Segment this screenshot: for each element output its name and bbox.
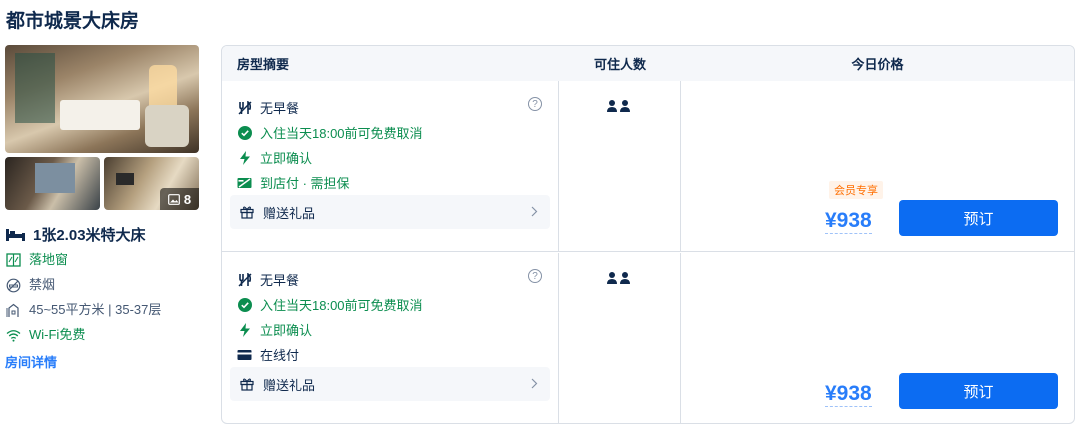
gift-icon <box>238 204 255 221</box>
room-summary-cell: 无早餐 入住当天18:00前可免费取消 立即确认 在线付 ? 赠送礼品 <box>222 253 559 423</box>
policy-payment: 在线付 <box>237 342 558 367</box>
gift-label: 赠送礼品 <box>263 377 316 393</box>
policy-breakfast: 无早餐 <box>237 95 558 120</box>
policy-label: 在线付 <box>260 348 300 363</box>
gift-row[interactable]: 赠送礼品 <box>230 195 550 229</box>
feature-window: 落地窗 <box>5 250 199 270</box>
photo-count: 8 <box>183 191 192 207</box>
chevron-right-icon <box>531 205 538 220</box>
check-circle-icon <box>237 297 252 312</box>
occupancy-cell <box>559 253 681 423</box>
feature-area: 45~55平方米 | 35-37层 <box>5 300 199 320</box>
window-icon <box>5 252 22 269</box>
gift-label: 赠送礼品 <box>263 205 316 221</box>
feature-no-smoking: 禁烟 <box>5 275 199 295</box>
policy-cancellation: 入住当天18:00前可免费取消 <box>237 292 558 317</box>
policy-confirmation: 立即确认 <box>237 145 558 170</box>
gift-icon <box>238 376 255 393</box>
lightning-icon <box>237 322 252 337</box>
policy-confirmation: 立即确认 <box>237 317 558 342</box>
check-circle-icon <box>237 125 252 140</box>
table-row: 无早餐 入住当天18:00前可免费取消 立即确认 到店付 · 需担保 ? 赠送礼… <box>222 81 1074 252</box>
header-price: 今日价格 <box>851 57 904 72</box>
no-meal-icon <box>237 272 252 287</box>
two-persons-icon <box>607 100 630 112</box>
credit-card-icon <box>237 347 252 362</box>
policy-label: 入住当天18:00前可免费取消 <box>260 298 423 313</box>
no-meal-icon <box>237 100 252 115</box>
price-label[interactable]: ¥938 <box>825 209 872 234</box>
room-thumbnail[interactable]: 8 <box>104 157 199 210</box>
help-icon[interactable]: ? <box>528 269 542 283</box>
price-cell: 会员专享 ¥938 预订 <box>681 81 1074 251</box>
room-thumbnail[interactable] <box>5 157 100 210</box>
feature-label: 禁烟 <box>29 277 56 292</box>
feature-label: 45~55平方米 | 35-37层 <box>29 302 162 317</box>
book-button[interactable]: 预订 <box>899 373 1058 409</box>
two-persons-icon <box>607 272 630 284</box>
room-thumbnails: 8 <box>5 157 199 210</box>
policy-label: 无早餐 <box>260 101 300 116</box>
policy-cancellation: 入住当天18:00前可免费取消 <box>237 120 558 145</box>
help-icon[interactable]: ? <box>528 97 542 111</box>
occupancy-cell <box>559 81 681 251</box>
room-details-link[interactable]: 房间详情 <box>5 352 199 371</box>
price-cell: ¥938 预订 <box>681 253 1074 423</box>
image-icon <box>167 193 180 205</box>
policy-label: 无早餐 <box>260 273 300 288</box>
policy-label: 立即确认 <box>260 323 313 338</box>
feature-label: 落地窗 <box>29 252 69 267</box>
feature-label: Wi-Fi免费 <box>29 327 86 342</box>
table-header: 房型摘要 可住人数 今日价格 <box>222 46 1074 81</box>
room-main-photo[interactable] <box>5 45 199 153</box>
room-title: 都市城景大床房 <box>6 11 140 32</box>
policy-label: 入住当天18:00前可免费取消 <box>260 126 423 141</box>
policy-breakfast: 无早餐 <box>237 267 558 292</box>
feature-wifi: Wi-Fi免费 <box>5 325 199 345</box>
header-room-summary: 房型摘要 <box>237 57 290 72</box>
bed-label: 1张2.03米特大床 <box>33 227 146 244</box>
bed-icon <box>6 228 25 241</box>
rate-table: 房型摘要 可住人数 今日价格 无早餐 入住当天18:00前可免费取消 立即确认 … <box>221 45 1075 424</box>
no-smoking-icon <box>5 277 22 294</box>
member-badge: 会员专享 <box>829 181 883 199</box>
table-row: 无早餐 入住当天18:00前可免费取消 立即确认 在线付 ? 赠送礼品 ¥938… <box>222 253 1074 423</box>
area-icon <box>5 302 22 319</box>
book-button[interactable]: 预订 <box>899 200 1058 236</box>
policy-label: 到店付 · 需担保 <box>260 176 350 191</box>
pay-at-hotel-icon <box>237 175 252 190</box>
chevron-right-icon <box>531 377 538 392</box>
photo-count-badge[interactable]: 8 <box>160 188 199 210</box>
gift-row[interactable]: 赠送礼品 <box>230 367 550 401</box>
policy-label: 立即确认 <box>260 151 313 166</box>
header-occupancy: 可住人数 <box>593 57 646 72</box>
wifi-icon <box>5 327 22 344</box>
price-label[interactable]: ¥938 <box>825 382 872 407</box>
bed-info: 1张2.03米特大床 <box>5 224 199 245</box>
policy-payment: 到店付 · 需担保 <box>237 170 558 195</box>
lightning-icon <box>237 150 252 165</box>
room-summary-cell: 无早餐 入住当天18:00前可免费取消 立即确认 到店付 · 需担保 ? 赠送礼… <box>222 81 559 251</box>
room-info-panel: 8 1张2.03米特大床 落地窗 禁烟 45~55平方米 | 35-37层 Wi… <box>5 45 199 371</box>
